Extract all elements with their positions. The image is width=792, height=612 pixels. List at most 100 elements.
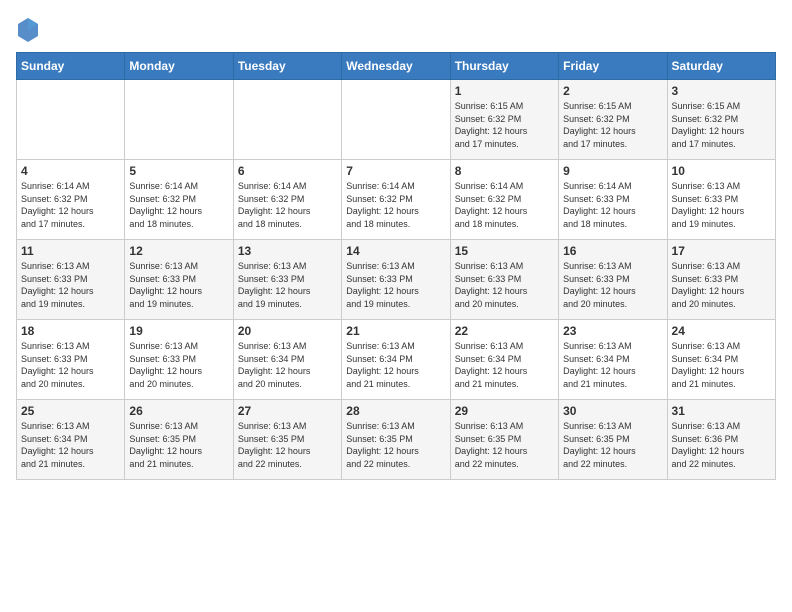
calendar-cell: 31 Sunrise: 6:13 AM Sunset: 6:36 PM Dayli… xyxy=(667,400,775,480)
day-number: 18 xyxy=(21,324,120,338)
day-number: 14 xyxy=(346,244,445,258)
day-number: 2 xyxy=(563,84,662,98)
day-number: 6 xyxy=(238,164,337,178)
logo-icon xyxy=(16,16,40,44)
calendar-cell xyxy=(342,80,450,160)
calendar-cell: 28 Sunrise: 6:13 AM Sunset: 6:35 PM Dayli… xyxy=(342,400,450,480)
calendar-cell: 17 Sunrise: 6:13 AM Sunset: 6:33 PM Dayli… xyxy=(667,240,775,320)
day-info: Sunrise: 6:13 AM Sunset: 6:34 PM Dayligh… xyxy=(672,340,771,390)
day-info: Sunrise: 6:13 AM Sunset: 6:33 PM Dayligh… xyxy=(672,180,771,230)
day-header-tuesday: Tuesday xyxy=(233,53,341,80)
day-number: 23 xyxy=(563,324,662,338)
calendar-cell: 13 Sunrise: 6:13 AM Sunset: 6:33 PM Dayli… xyxy=(233,240,341,320)
day-info: Sunrise: 6:14 AM Sunset: 6:32 PM Dayligh… xyxy=(346,180,445,230)
day-header-sunday: Sunday xyxy=(17,53,125,80)
day-info: Sunrise: 6:13 AM Sunset: 6:34 PM Dayligh… xyxy=(346,340,445,390)
calendar-cell: 22 Sunrise: 6:13 AM Sunset: 6:34 PM Dayli… xyxy=(450,320,558,400)
day-number: 28 xyxy=(346,404,445,418)
day-info: Sunrise: 6:13 AM Sunset: 6:33 PM Dayligh… xyxy=(238,260,337,310)
day-header-wednesday: Wednesday xyxy=(342,53,450,80)
day-header-thursday: Thursday xyxy=(450,53,558,80)
calendar-cell: 20 Sunrise: 6:13 AM Sunset: 6:34 PM Dayli… xyxy=(233,320,341,400)
day-info: Sunrise: 6:13 AM Sunset: 6:33 PM Dayligh… xyxy=(129,260,228,310)
day-info: Sunrise: 6:13 AM Sunset: 6:34 PM Dayligh… xyxy=(455,340,554,390)
day-info: Sunrise: 6:13 AM Sunset: 6:33 PM Dayligh… xyxy=(563,260,662,310)
day-header-saturday: Saturday xyxy=(667,53,775,80)
day-number: 17 xyxy=(672,244,771,258)
day-number: 8 xyxy=(455,164,554,178)
day-info: Sunrise: 6:13 AM Sunset: 6:33 PM Dayligh… xyxy=(21,260,120,310)
calendar-cell xyxy=(17,80,125,160)
calendar-cell: 30 Sunrise: 6:13 AM Sunset: 6:35 PM Dayli… xyxy=(559,400,667,480)
calendar-cell: 27 Sunrise: 6:13 AM Sunset: 6:35 PM Dayli… xyxy=(233,400,341,480)
day-info: Sunrise: 6:15 AM Sunset: 6:32 PM Dayligh… xyxy=(672,100,771,150)
day-number: 26 xyxy=(129,404,228,418)
day-number: 10 xyxy=(672,164,771,178)
day-number: 1 xyxy=(455,84,554,98)
calendar-cell: 29 Sunrise: 6:13 AM Sunset: 6:35 PM Dayli… xyxy=(450,400,558,480)
calendar-cell: 2 Sunrise: 6:15 AM Sunset: 6:32 PM Daylig… xyxy=(559,80,667,160)
day-info: Sunrise: 6:15 AM Sunset: 6:32 PM Dayligh… xyxy=(563,100,662,150)
calendar-cell: 18 Sunrise: 6:13 AM Sunset: 6:33 PM Dayli… xyxy=(17,320,125,400)
day-number: 25 xyxy=(21,404,120,418)
calendar-cell: 26 Sunrise: 6:13 AM Sunset: 6:35 PM Dayli… xyxy=(125,400,233,480)
day-number: 30 xyxy=(563,404,662,418)
calendar-cell: 11 Sunrise: 6:13 AM Sunset: 6:33 PM Dayli… xyxy=(17,240,125,320)
calendar-cell xyxy=(233,80,341,160)
page-header xyxy=(16,16,776,44)
day-info: Sunrise: 6:14 AM Sunset: 6:33 PM Dayligh… xyxy=(563,180,662,230)
calendar-cell: 3 Sunrise: 6:15 AM Sunset: 6:32 PM Daylig… xyxy=(667,80,775,160)
day-number: 22 xyxy=(455,324,554,338)
calendar-cell: 1Sunrise: 6:15 AM Sunset: 6:32 PM Daylig… xyxy=(450,80,558,160)
day-number: 24 xyxy=(672,324,771,338)
day-header-friday: Friday xyxy=(559,53,667,80)
day-info: Sunrise: 6:13 AM Sunset: 6:35 PM Dayligh… xyxy=(238,420,337,470)
day-info: Sunrise: 6:13 AM Sunset: 6:33 PM Dayligh… xyxy=(129,340,228,390)
day-number: 19 xyxy=(129,324,228,338)
logo xyxy=(16,16,44,44)
day-number: 12 xyxy=(129,244,228,258)
day-info: Sunrise: 6:13 AM Sunset: 6:34 PM Dayligh… xyxy=(563,340,662,390)
calendar-cell: 9 Sunrise: 6:14 AM Sunset: 6:33 PM Daylig… xyxy=(559,160,667,240)
day-info: Sunrise: 6:13 AM Sunset: 6:33 PM Dayligh… xyxy=(455,260,554,310)
day-info: Sunrise: 6:13 AM Sunset: 6:35 PM Dayligh… xyxy=(563,420,662,470)
day-number: 20 xyxy=(238,324,337,338)
day-info: Sunrise: 6:13 AM Sunset: 6:36 PM Dayligh… xyxy=(672,420,771,470)
day-info: Sunrise: 6:14 AM Sunset: 6:32 PM Dayligh… xyxy=(129,180,228,230)
day-number: 16 xyxy=(563,244,662,258)
calendar-cell: 7 Sunrise: 6:14 AM Sunset: 6:32 PM Daylig… xyxy=(342,160,450,240)
calendar-cell: 10 Sunrise: 6:13 AM Sunset: 6:33 PM Dayli… xyxy=(667,160,775,240)
day-number: 21 xyxy=(346,324,445,338)
day-number: 4 xyxy=(21,164,120,178)
day-number: 3 xyxy=(672,84,771,98)
day-info: Sunrise: 6:13 AM Sunset: 6:34 PM Dayligh… xyxy=(238,340,337,390)
day-number: 9 xyxy=(563,164,662,178)
day-info: Sunrise: 6:13 AM Sunset: 6:33 PM Dayligh… xyxy=(672,260,771,310)
calendar-cell xyxy=(125,80,233,160)
day-number: 31 xyxy=(672,404,771,418)
day-info: Sunrise: 6:13 AM Sunset: 6:35 PM Dayligh… xyxy=(455,420,554,470)
calendar-cell: 25 Sunrise: 6:13 AM Sunset: 6:34 PM Dayli… xyxy=(17,400,125,480)
day-info: Sunrise: 6:13 AM Sunset: 6:35 PM Dayligh… xyxy=(129,420,228,470)
day-number: 13 xyxy=(238,244,337,258)
calendar-cell: 4 Sunrise: 6:14 AM Sunset: 6:32 PM Daylig… xyxy=(17,160,125,240)
calendar-cell: 24 Sunrise: 6:13 AM Sunset: 6:34 PM Dayli… xyxy=(667,320,775,400)
calendar-cell: 19 Sunrise: 6:13 AM Sunset: 6:33 PM Dayli… xyxy=(125,320,233,400)
day-info: Sunrise: 6:14 AM Sunset: 6:32 PM Dayligh… xyxy=(455,180,554,230)
day-info: Sunrise: 6:13 AM Sunset: 6:33 PM Dayligh… xyxy=(346,260,445,310)
day-number: 29 xyxy=(455,404,554,418)
day-number: 7 xyxy=(346,164,445,178)
calendar-cell: 5 Sunrise: 6:14 AM Sunset: 6:32 PM Daylig… xyxy=(125,160,233,240)
day-number: 11 xyxy=(21,244,120,258)
calendar-cell: 16 Sunrise: 6:13 AM Sunset: 6:33 PM Dayli… xyxy=(559,240,667,320)
day-number: 27 xyxy=(238,404,337,418)
day-header-monday: Monday xyxy=(125,53,233,80)
calendar-cell: 12 Sunrise: 6:13 AM Sunset: 6:33 PM Dayli… xyxy=(125,240,233,320)
day-info: Sunrise: 6:13 AM Sunset: 6:34 PM Dayligh… xyxy=(21,420,120,470)
day-info: Sunrise: 6:13 AM Sunset: 6:33 PM Dayligh… xyxy=(21,340,120,390)
calendar-cell: 6Sunrise: 6:14 AM Sunset: 6:32 PM Daylig… xyxy=(233,160,341,240)
day-info: Sunrise: 6:13 AM Sunset: 6:35 PM Dayligh… xyxy=(346,420,445,470)
calendar-table: SundayMondayTuesdayWednesdayThursdayFrid… xyxy=(16,52,776,480)
day-number: 5 xyxy=(129,164,228,178)
day-info: Sunrise: 6:14 AM Sunset: 6:32 PM Dayligh… xyxy=(21,180,120,230)
